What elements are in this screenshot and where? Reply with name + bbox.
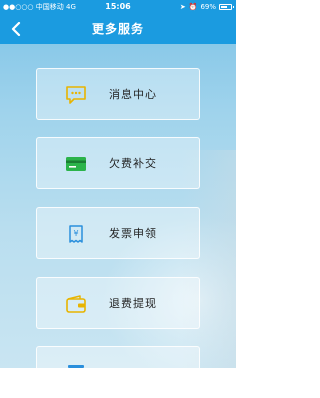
status-bar: ●●○○○ 中国移动 4G 15:06 ➤ ⏰ 69% <box>0 0 236 14</box>
top-bar: ●●○○○ 中国移动 4G 15:06 ➤ ⏰ 69% 更多服务 <box>0 0 236 44</box>
location-icon: ➤ <box>179 3 186 11</box>
service-item-invoice-request[interactable]: ¥ 发票申领 <box>36 207 200 259</box>
service-item-refund-withdrawal[interactable]: 退费提现 <box>36 277 200 329</box>
nav-bar: 更多服务 <box>0 14 236 44</box>
svg-text:¥: ¥ <box>73 229 78 238</box>
page-title: 更多服务 <box>91 22 144 36</box>
alarm-icon: ⏰ <box>188 3 198 11</box>
service-item-arrears-payment[interactable]: 欠费补交 <box>36 137 200 189</box>
service-icon <box>68 365 84 368</box>
battery-percent: 69% <box>200 3 216 11</box>
service-item-message-center[interactable]: 消息中心 <box>36 68 200 120</box>
service-label: 发票申领 <box>109 227 157 240</box>
message-icon <box>66 86 86 104</box>
card-icon <box>66 157 86 171</box>
wallet-icon <box>66 295 86 313</box>
battery-level <box>221 6 228 8</box>
service-label: 欠费补交 <box>109 157 157 170</box>
service-item-partial[interactable] <box>36 346 200 398</box>
battery-icon <box>219 4 234 10</box>
service-label: 消息中心 <box>109 88 157 101</box>
status-icons: ➤ ⏰ 69% <box>179 0 234 14</box>
invoice-icon: ¥ <box>69 225 83 243</box>
service-label: 退费提现 <box>109 297 157 310</box>
